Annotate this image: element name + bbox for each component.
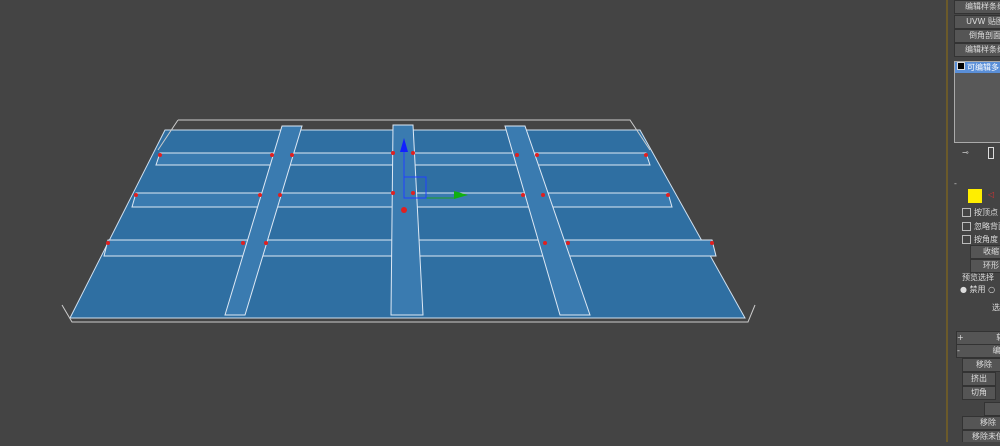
preview-disabled-radio[interactable]: ● 禁用 ○ [960, 284, 995, 295]
preview-selection-label: 预览选择 [962, 273, 994, 282]
by-vertex-checkbox[interactable]: 按顶点 [962, 207, 998, 218]
soft-selection-rollout[interactable]: + 软 [956, 331, 1000, 345]
remove-unused-button[interactable]: 移除未使 [962, 430, 1000, 442]
modifier-uvw-map-button[interactable]: UVW 贴图 [954, 15, 1000, 29]
modifier-stack-list[interactable]: 可编辑多 [954, 61, 1000, 143]
chamfer-button[interactable]: 切角 [962, 386, 996, 400]
command-panel: 编辑样条线 UVW 贴图 倒角剖面 编辑样条线 可编辑多 ⊸ - ◁ 按顶点 忽… [948, 0, 1000, 442]
shrink-button[interactable]: 收缩 [970, 245, 1000, 259]
selection-info: 选 [992, 303, 1000, 312]
ring-button[interactable]: 环形 [970, 259, 1000, 273]
vertex-mode-icon[interactable] [968, 189, 982, 203]
expand-icon[interactable] [957, 62, 965, 70]
ignore-backface-checkbox[interactable]: 忽略背面 [962, 221, 1000, 232]
modifier-edit-spline-button[interactable]: 编辑样条线 [954, 0, 1000, 14]
remove-isolated-button[interactable]: 移除 [962, 416, 1000, 430]
viewport[interactable] [0, 0, 946, 442]
blank-button[interactable] [984, 402, 1000, 416]
show-end-result-icon[interactable] [988, 147, 994, 159]
extrude-button[interactable]: 挤出 [962, 372, 996, 386]
pin-stack-icon[interactable]: ⊸ [962, 148, 969, 157]
edit-vertices-rollout[interactable]: - 编 [956, 344, 1000, 358]
modifier-bevel-profile-button[interactable]: 倒角剖面 [954, 29, 1000, 43]
remove-button[interactable]: 移除 [962, 358, 1000, 372]
selection-rollout-toggle[interactable]: - [954, 179, 957, 188]
edge-mode-icon[interactable]: ◁ [988, 190, 994, 199]
modifier-edit-spline-button-2[interactable]: 编辑样条线 [954, 43, 1000, 57]
stack-item-editable-poly[interactable]: 可编辑多 [955, 62, 1000, 73]
viewport-scene [61, 119, 756, 323]
by-angle-checkbox[interactable]: 按角度 [962, 234, 998, 245]
